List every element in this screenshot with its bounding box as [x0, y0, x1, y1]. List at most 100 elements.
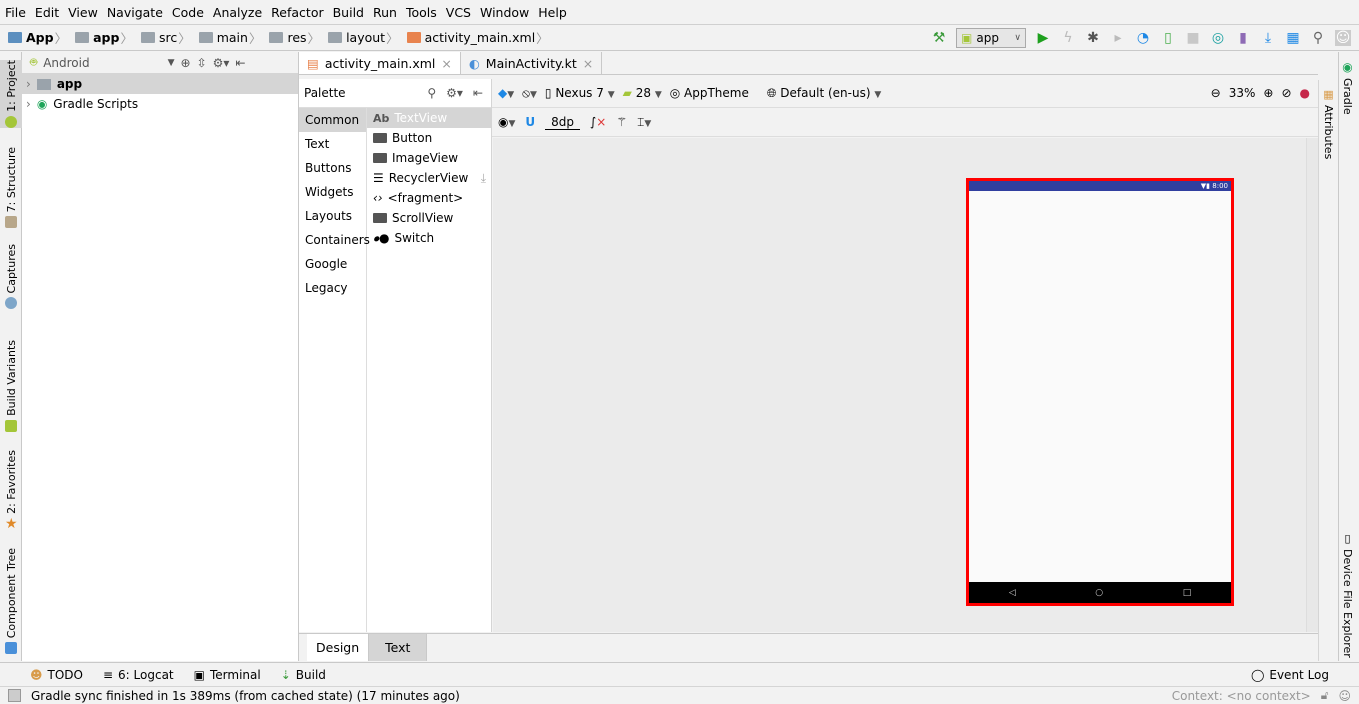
infer-constraints-icon[interactable]: ⚚ — [616, 115, 627, 129]
stop-icon[interactable]: ■ — [1185, 30, 1201, 46]
locale-select[interactable]: 🌐︎ Default (en-us) ▼ — [767, 86, 881, 101]
crumb-layout[interactable]: layout 〉 — [328, 28, 403, 47]
hector-icon[interactable]: ☺ — [1338, 689, 1351, 703]
tool-tab-captures[interactable]: Captures — [0, 244, 22, 310]
view-options-icon[interactable]: ◉▼ — [498, 115, 515, 129]
category-legacy[interactable]: Legacy — [299, 276, 366, 300]
autoconnect-magnet-icon[interactable]: U — [525, 115, 535, 129]
orientation-icon[interactable]: ⦸▼ — [522, 86, 537, 101]
apply-changes-icon[interactable]: ϟ — [1060, 30, 1076, 46]
tree-item-gradle-scripts[interactable]: › ◉ Gradle Scripts — [22, 94, 298, 114]
menu-tools[interactable]: Tools — [406, 5, 437, 20]
api-select[interactable]: ▰ 28 ▼ — [623, 86, 662, 100]
zoom-in-icon[interactable]: ⊕ — [1263, 86, 1273, 100]
theme-select[interactable]: ◎ AppTheme — [670, 86, 749, 100]
tool-tab-component-tree[interactable]: Component Tree — [0, 548, 22, 655]
device-preview[interactable]: ▼▮ 8:00 ◁ ○ □ — [966, 178, 1234, 606]
tool-tab-project[interactable]: 1: Project — [0, 60, 22, 128]
project-view-select[interactable]: Android — [43, 56, 89, 70]
collapse-icon[interactable]: ⇳ — [197, 56, 207, 70]
search-icon[interactable]: ⚲ — [1310, 30, 1326, 46]
crumb-main[interactable]: main 〉 — [198, 28, 266, 47]
crumb-app-module[interactable]: app 〉 — [75, 28, 137, 47]
hide-icon[interactable]: ⇤ — [235, 56, 245, 70]
debug-icon[interactable]: ✱ — [1085, 30, 1101, 46]
vertical-scrollbar[interactable] — [1306, 138, 1318, 632]
tool-logcat[interactable]: ≡ 6: Logcat — [103, 668, 174, 682]
tab-text[interactable]: Text — [369, 634, 428, 661]
context-indicator[interactable]: Context: <no context> — [1172, 689, 1311, 703]
hammer-icon[interactable]: ⚒ — [931, 30, 947, 46]
attach-debugger-icon[interactable]: ▯ — [1160, 30, 1176, 46]
menu-analyze[interactable]: Analyze — [213, 5, 262, 20]
crumb-src[interactable]: src 〉 — [140, 28, 195, 47]
default-margin-button[interactable]: 8dp — [545, 115, 581, 130]
design-canvas[interactable]: ▼▮ 8:00 ◁ ○ □ — [493, 138, 1306, 632]
menu-build[interactable]: Build — [333, 5, 364, 20]
palette-item-fragment[interactable]: ‹› <fragment> — [367, 188, 492, 208]
category-buttons[interactable]: Buttons — [299, 156, 366, 180]
menu-navigate[interactable]: Navigate — [107, 5, 163, 20]
close-icon[interactable]: × — [583, 56, 593, 71]
search-icon[interactable]: ⚲ — [427, 86, 436, 100]
menu-view[interactable]: View — [68, 5, 98, 20]
tool-tab-device-file-explorer[interactable]: ▯ Device File Explorer — [1341, 532, 1354, 658]
tool-tab-build-variants[interactable]: Build Variants — [0, 340, 22, 432]
crumb-activity-main[interactable]: activity_main.xml 〉 — [406, 28, 553, 47]
tool-windows-toggle-icon[interactable] — [8, 689, 21, 702]
sync-gradle-icon[interactable]: ◎ — [1210, 30, 1226, 46]
chevron-down-icon[interactable]: ▼ — [168, 58, 175, 68]
crumb-app-project[interactable]: App 〉 — [8, 28, 71, 47]
locate-icon[interactable]: ⊕ — [181, 56, 191, 70]
clear-constraints-icon[interactable]: ∫× — [590, 115, 606, 129]
tree-item-app[interactable]: › app — [22, 74, 298, 94]
gear-icon[interactable]: ⚙▾ — [446, 86, 463, 100]
tool-event-log[interactable]: ◯ Event Log — [1251, 668, 1329, 682]
profiler-icon[interactable]: ◔ — [1135, 30, 1151, 46]
tool-tab-gradle[interactable]: ◉ Gradle — [1341, 60, 1354, 115]
palette-item-textview[interactable]: Ab TextView — [367, 108, 492, 128]
avd-manager-icon[interactable]: ▮ — [1235, 30, 1251, 46]
lock-icon[interactable]: 🔓︎ — [1321, 688, 1329, 703]
category-layouts[interactable]: Layouts — [299, 204, 366, 228]
menu-run[interactable]: Run — [373, 5, 397, 20]
device-select[interactable]: ▯ Nexus 7 ▼ — [545, 86, 615, 100]
menu-code[interactable]: Code — [172, 5, 204, 20]
close-icon[interactable]: × — [441, 56, 451, 71]
gear-icon[interactable]: ⚙▾ — [213, 56, 230, 70]
category-common[interactable]: Common — [299, 108, 366, 132]
sdk-manager-icon[interactable]: ⤓ — [1260, 30, 1276, 46]
download-icon[interactable]: ⤓ — [481, 171, 486, 186]
palette-item-recyclerview[interactable]: ☰ RecyclerView ⤓ — [367, 168, 492, 188]
guidelines-icon[interactable]: ⌶▼ — [637, 115, 651, 130]
palette-item-switch[interactable]: ⦁● Switch — [367, 228, 492, 248]
category-widgets[interactable]: Widgets — [299, 180, 366, 204]
palette-item-scrollview[interactable]: ScrollView — [367, 208, 492, 228]
menu-refactor[interactable]: Refactor — [271, 5, 323, 20]
menu-file[interactable]: File — [5, 5, 26, 20]
zoom-fit-icon[interactable]: ⊘ — [1281, 86, 1291, 100]
menu-window[interactable]: Window — [480, 5, 529, 20]
menu-vcs[interactable]: VCS — [446, 5, 471, 20]
palette-item-button[interactable]: Button — [367, 128, 492, 148]
zoom-out-icon[interactable]: ⊖ — [1211, 86, 1221, 100]
tool-tab-structure[interactable]: 7: Structure — [0, 147, 22, 229]
layers-icon[interactable]: ◆▼ — [498, 86, 514, 100]
tool-terminal[interactable]: ▣ Terminal — [194, 668, 261, 682]
error-icon[interactable]: ● — [1300, 86, 1310, 100]
run-icon[interactable]: ▶ — [1035, 30, 1051, 46]
palette-item-imageview[interactable]: ImageView — [367, 148, 492, 168]
menu-help[interactable]: Help — [538, 5, 567, 20]
category-containers[interactable]: Containers — [299, 228, 370, 252]
tab-design[interactable]: Design — [307, 634, 370, 661]
tab-main-activity-kt[interactable]: ◐ MainActivity.kt × — [461, 52, 603, 74]
tool-tab-attributes[interactable]: ▦ Attributes — [1322, 88, 1335, 159]
tab-activity-main-xml[interactable]: ▤ activity_main.xml × — [299, 52, 461, 74]
user-icon[interactable]: ☺ — [1335, 30, 1351, 46]
crumb-res[interactable]: res 〉 — [269, 28, 324, 47]
tool-build[interactable]: ⇣ Build — [281, 668, 326, 682]
tool-todo[interactable]: ☻ TODO — [30, 668, 83, 682]
menu-edit[interactable]: Edit — [35, 5, 59, 20]
hide-icon[interactable]: ⇤ — [473, 86, 483, 100]
category-google[interactable]: Google — [299, 252, 366, 276]
